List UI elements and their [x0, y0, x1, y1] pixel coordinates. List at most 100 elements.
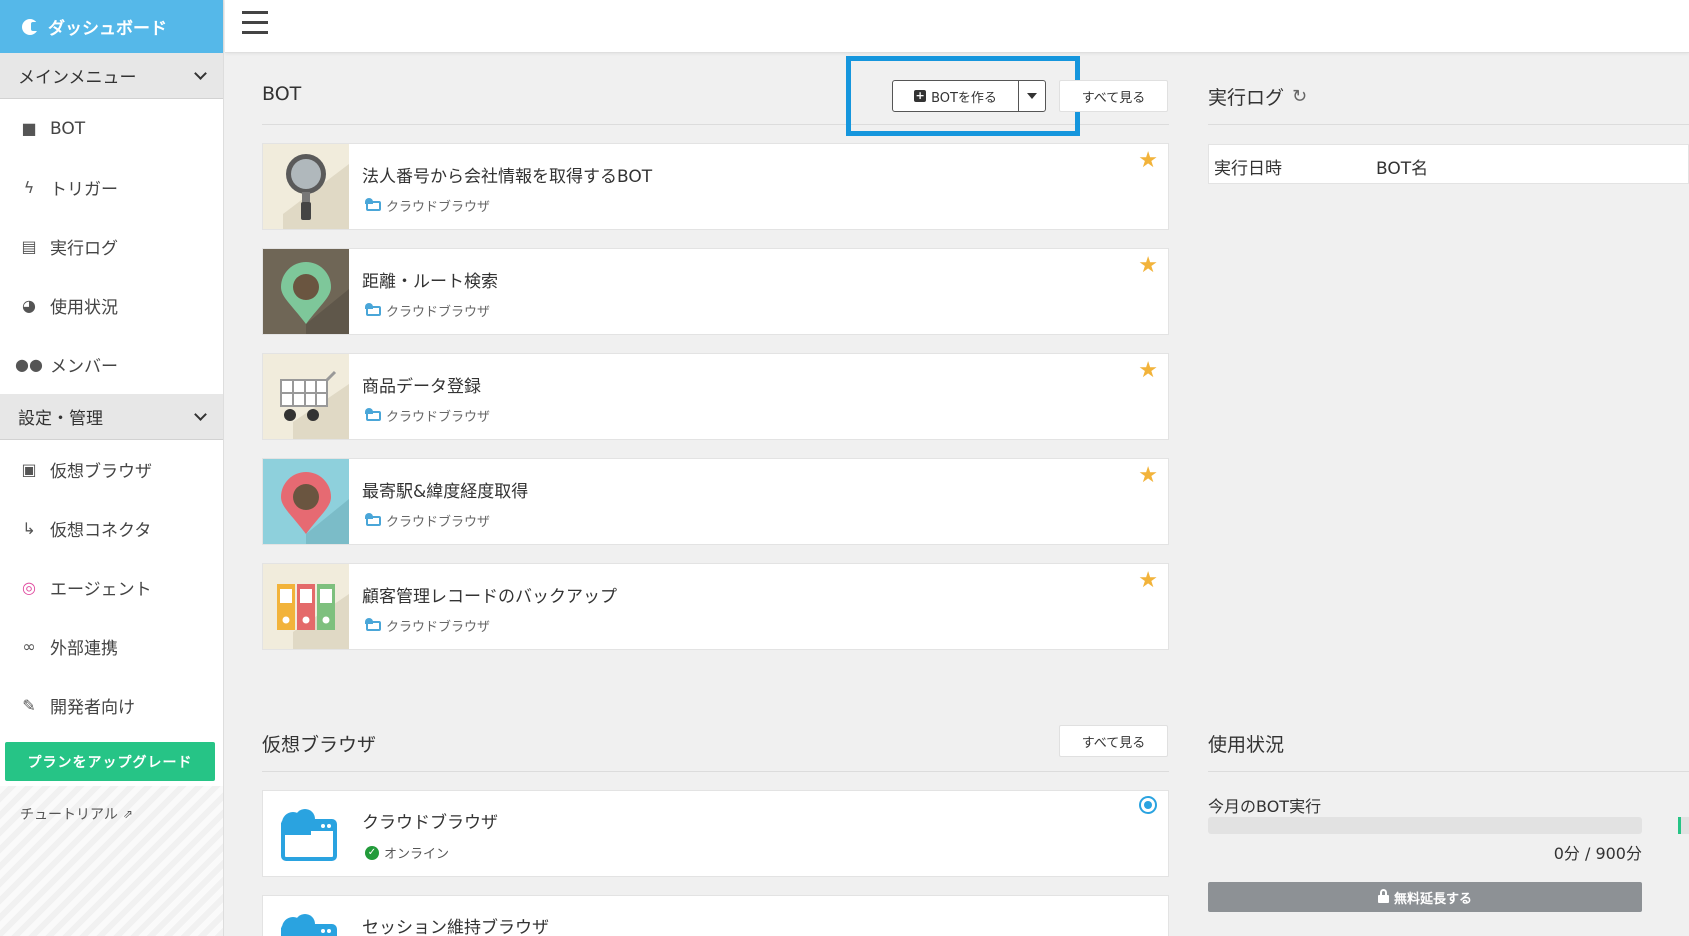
lock-icon	[1377, 888, 1389, 903]
sidebar-item-label: トリガー	[50, 180, 118, 200]
dashboard-icon	[22, 18, 40, 35]
browser-name: セッション維持ブラウザ	[362, 918, 549, 936]
sidebar-item-execution-log[interactable]: ▤ 実行ログ	[0, 217, 223, 276]
star-icon[interactable]: ★	[1138, 253, 1158, 278]
robot-icon: ■	[21, 119, 37, 138]
sidebar-item-bot[interactable]: ■ BOT	[0, 99, 223, 158]
bot-browser-label: クラウドブラウザ	[386, 515, 491, 530]
sidebar-item-label: 外部連携	[50, 639, 118, 659]
bot-see-all-button[interactable]: すべて見る	[1059, 80, 1168, 112]
sidebar-item-label: 実行ログ	[50, 239, 118, 259]
sidebar-item-label: 仮想コネクタ	[50, 521, 152, 541]
upgrade-plan-button[interactable]: プランをアップグレード	[5, 742, 215, 781]
usage-progress-bar	[1208, 817, 1642, 834]
cloud-browser-icon	[365, 302, 381, 316]
top-bar	[225, 0, 1689, 53]
users-icon: ●●	[15, 355, 43, 374]
sidebar-item-label: BOT	[50, 118, 86, 139]
sidebar-item-label: 使用状況	[50, 298, 118, 318]
sidebar-item-virtual-browser[interactable]: ▣ 仮想ブラウザ	[0, 440, 223, 499]
hamburger-menu-icon[interactable]	[242, 11, 268, 35]
bot-browser-label: クラウドブラウザ	[386, 305, 491, 320]
sidebar: ダッシュボード メインメニュー ■ BOT ϟ トリガー ▤ 実行ログ ◕ 使用…	[0, 0, 224, 936]
free-extension-button[interactable]: 無料延長する	[1208, 882, 1642, 912]
dashboard-link[interactable]: ダッシュボード	[0, 0, 223, 53]
bot-browser-type: クラウドブラウザ	[365, 511, 491, 530]
settings-menu-header[interactable]: 設定・管理	[0, 394, 223, 440]
bot-browser-type: クラウドブラウザ	[365, 406, 491, 425]
col-bot-name: BOT名	[1376, 159, 1429, 179]
monthly-bot-executions-label: 今月のBOT実行	[1208, 797, 1322, 816]
sidebar-item-label: 仮想ブラウザ	[50, 462, 152, 482]
browser-icon: ▣	[21, 460, 37, 479]
sidebar-item-trigger[interactable]: ϟ トリガー	[0, 158, 223, 217]
create-bot-dropdown-toggle[interactable]	[1019, 81, 1045, 111]
bot-name: 距離・ルート検索	[362, 272, 498, 292]
bot-browser-label: クラウドブラウザ	[386, 410, 491, 425]
usage-panel-title: 使用状況	[1208, 734, 1285, 756]
binders-icon	[263, 564, 349, 649]
cloud-browser-icon	[281, 914, 337, 936]
bot-card[interactable]: 距離・ルート検索 クラウドブラウザ ★	[262, 248, 1169, 335]
sidebar-item-virtual-connector[interactable]: ↳ 仮想コネクタ	[0, 499, 223, 558]
chevron-down-icon	[194, 408, 207, 421]
log-panel-title: 実行ログ	[1208, 87, 1285, 109]
lightning-icon: ϟ	[23, 178, 35, 197]
bot-name: 顧客管理レコードのバックアップ	[362, 587, 617, 607]
star-icon[interactable]: ★	[1138, 568, 1158, 593]
star-icon[interactable]: ★	[1138, 463, 1158, 488]
col-execution-date: 実行日時	[1214, 159, 1282, 179]
main-menu-header[interactable]: メインメニュー	[0, 53, 223, 99]
sidebar-item-usage[interactable]: ◕ 使用状況	[0, 276, 223, 335]
shopping-cart-icon	[263, 354, 349, 439]
connector-icon: ↳	[22, 519, 36, 538]
sidebar-item-label: メンバー	[50, 357, 118, 377]
tutorial-label: チュートリアル	[20, 807, 118, 823]
browser-see-all-button[interactable]: すべて見る	[1059, 725, 1168, 757]
bot-card[interactable]: 最寄駅&緯度経度取得 クラウドブラウザ ★	[262, 458, 1169, 545]
sidebar-item-agent[interactable]: ◎ エージェント	[0, 558, 223, 617]
sidebar-item-label: 開発者向け	[50, 698, 135, 718]
bot-browser-type: クラウドブラウザ	[365, 196, 490, 215]
star-icon[interactable]: ★	[1138, 148, 1158, 173]
create-bot-split-button: + BOTを作る	[892, 80, 1046, 112]
dashboard-label: ダッシュボード	[48, 19, 167, 39]
bot-browser-type: クラウドブラウザ	[365, 301, 491, 320]
bot-card[interactable]: 商品データ登録 クラウドブラウザ ★	[262, 353, 1169, 440]
create-bot-label: BOTを作る	[931, 90, 997, 106]
browser-status: ✓ オンライン	[365, 843, 449, 862]
sidebar-item-developers[interactable]: ✎ 開発者向け	[0, 676, 223, 735]
map-pin-red-icon	[263, 459, 349, 544]
tutorial-link[interactable]: チュートリアル ⇗	[20, 804, 133, 824]
log-panel-header: 実行ログ ↻	[1208, 83, 1307, 110]
bot-name: 商品データ登録	[362, 377, 481, 397]
browser-name: クラウドブラウザ	[362, 813, 498, 833]
check-circle-icon: ✓	[365, 845, 379, 860]
bot-browser-label: クラウドブラウザ	[386, 620, 491, 635]
browser-card[interactable]: クラウドブラウザ ✓ オンライン	[262, 790, 1169, 877]
caret-down-icon	[1027, 93, 1037, 99]
divider	[1208, 771, 1689, 772]
bot-panel-title: BOT	[262, 83, 302, 105]
cloud-browser-icon	[281, 809, 337, 861]
usage-value: 0分 / 900分	[1553, 844, 1642, 863]
refresh-icon[interactable]: ↻	[1292, 86, 1307, 107]
sidebar-item-members[interactable]: ●● メンバー	[0, 335, 223, 394]
plus-square-icon: +	[914, 89, 927, 102]
pie-chart-icon: ◕	[22, 296, 36, 315]
bot-card[interactable]: 顧客管理レコードのバックアップ クラウドブラウザ ★	[262, 563, 1169, 650]
bot-browser-type: クラウドブラウザ	[365, 616, 491, 635]
main-menu-label: メインメニュー	[18, 68, 137, 88]
external-link-icon: ⇗	[122, 807, 133, 821]
settings-menu-label: 設定・管理	[18, 409, 103, 429]
browser-card[interactable]: セッション維持ブラウザ	[262, 895, 1169, 936]
selected-radio[interactable]	[1139, 796, 1157, 814]
wrench-icon: ✎	[22, 696, 36, 715]
sidebar-item-integrations[interactable]: ∞ 外部連携	[0, 617, 223, 676]
create-bot-button[interactable]: + BOTを作る	[893, 81, 1019, 111]
star-icon[interactable]: ★	[1138, 358, 1158, 383]
bot-card[interactable]: 法人番号から会社情報を取得するBOT クラウドブラウザ ★	[262, 143, 1169, 230]
magnifier-icon	[263, 144, 349, 229]
bot-name: 最寄駅&緯度経度取得	[362, 482, 529, 502]
browser-status-label: オンライン	[384, 847, 450, 862]
